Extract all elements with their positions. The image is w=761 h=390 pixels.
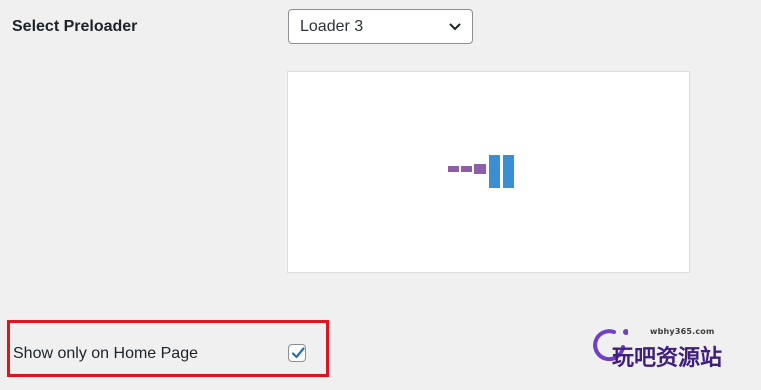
checkmark-icon (291, 347, 305, 359)
select-preloader-label: Select Preloader (12, 18, 138, 35)
chevron-down-icon (449, 22, 461, 30)
loader-bar (489, 155, 500, 188)
loader-bar (448, 166, 459, 172)
watermark-text: 玩吧资源站 (612, 346, 723, 371)
watermark-url: wbhy365.com (650, 327, 715, 336)
loader-bar (461, 166, 472, 172)
loader-bar (474, 164, 486, 174)
preloader-select[interactable]: Loader 3 (288, 9, 473, 44)
loader-animation (448, 155, 518, 189)
preloader-select-value: Loader 3 (300, 17, 364, 35)
home-page-checkbox[interactable] (288, 344, 306, 362)
loader-bar (503, 155, 514, 188)
watermark: wbhy365.com 玩吧资源站 (592, 322, 742, 372)
home-page-label: Show only on Home Page (13, 345, 198, 362)
